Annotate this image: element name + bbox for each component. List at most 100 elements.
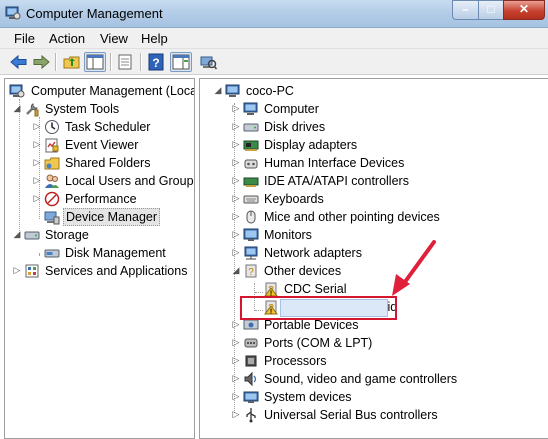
tree-shared-folders[interactable]: ▷ Shared Folders [31,154,191,172]
device-label: Other devices [264,264,342,278]
minimize-icon: – [462,2,469,16]
expand-arrow-icon[interactable]: ▷ [230,372,242,384]
tree-root-label: Computer Management (Local [31,84,195,98]
expand-arrow-icon[interactable]: ▷ [230,120,242,132]
action-pane-icon [172,54,190,70]
device-category-after-4[interactable]: ▷ System devices [230,388,542,406]
expand-arrow-icon[interactable]: ▷ [230,408,242,420]
expand-arrow-icon[interactable]: ▷ [230,228,242,240]
device-manager-toolbar-button[interactable] [197,52,219,72]
collapse-arrow-icon[interactable]: ◢ [230,264,242,276]
collapse-arrow-icon[interactable]: ◢ [11,228,23,240]
tree-device-manager[interactable]: Device Manager [31,208,191,226]
clock-icon [45,120,59,134]
expand-arrow-icon[interactable]: ▷ [230,174,242,186]
maximize-icon: □ [487,2,495,16]
svg-text:?: ? [152,56,159,70]
expand-arrow-icon[interactable]: ▷ [230,138,242,150]
show-action-pane-button[interactable] [170,52,192,72]
menu-file[interactable]: File [14,31,35,46]
tree-label: Device Manager [63,208,161,226]
tree-local-users-groups[interactable]: ▷ Local Users and Groups [31,172,194,190]
device-category-1[interactable]: ▷ Disk drives [230,118,542,136]
storage-icon [24,231,40,240]
expand-arrow-icon[interactable]: ▷ [230,336,242,348]
help-button[interactable]: ? [145,52,167,72]
device-category-after-3[interactable]: ▷ Sound, video and game controllers [230,370,542,388]
expand-arrow-icon[interactable]: ▷ [31,156,43,168]
device-tree-root[interactable]: ◢ coco-PC [212,82,412,100]
device-category-4[interactable]: ▷ IDE ATA/ATAPI controllers [230,172,542,190]
device-category-3[interactable]: ▷ Human Interface Devices [230,154,542,172]
expand-arrow-icon[interactable]: ▷ [230,210,242,222]
tree-storage[interactable]: ◢ Storage [11,226,191,244]
sound-icon [244,371,257,387]
expand-arrow-icon[interactable]: ▷ [31,138,43,150]
device-category-7[interactable]: ▷ Monitors [230,226,542,244]
keyboard-icon [243,195,259,204]
ide-controller-icon [243,177,259,187]
tree-task-scheduler[interactable]: ▷ Task Scheduler [31,118,191,136]
properties-button[interactable] [114,52,136,72]
device-category-6[interactable]: ▷ Mice and other pointing devices [230,208,542,226]
device-category-2[interactable]: ▷ Display adapters [230,136,542,154]
mouse-icon [246,210,256,224]
disk-management-icon [44,249,60,258]
show-hide-tree-button[interactable] [84,52,106,72]
device-label: IDE ATA/ATAPI controllers [264,174,409,188]
device-label: Network adapters [264,246,362,260]
annotation-arrow-icon [392,240,436,296]
menu-action[interactable]: Action [49,31,85,46]
toolbar: ? [0,49,548,75]
console-tree-pane[interactable]: Computer Management (Local ◢ System Tool… [4,78,195,439]
scan-hardware-icon [200,56,218,70]
expand-arrow-icon[interactable]: ▷ [230,246,242,258]
collapse-arrow-icon[interactable]: ◢ [11,102,23,114]
close-button[interactable]: ✕ [503,0,545,20]
tree-disk-management[interactable]: Disk Management [31,244,191,262]
system-device-icon [243,391,259,403]
expand-arrow-icon[interactable]: ▷ [31,120,43,132]
tree-services-applications[interactable]: ▷ Services and Applications [11,262,194,280]
device-category-0[interactable]: ▷ Computer [230,100,542,118]
computer-icon [225,84,240,97]
maximize-button[interactable]: □ [478,0,504,20]
expand-arrow-icon[interactable]: ▷ [230,390,242,402]
expand-arrow-icon[interactable]: ▷ [31,174,43,186]
device-label: CDC Serial [284,282,347,296]
up-folder-button[interactable] [61,52,83,72]
expand-arrow-icon[interactable]: ▷ [230,102,242,114]
expand-arrow-icon[interactable]: ▷ [31,192,43,204]
tools-icon [26,103,39,117]
menu-help[interactable]: Help [141,31,168,46]
menu-bar: File Action View Help [0,28,548,49]
collapse-arrow-icon[interactable]: ◢ [212,84,224,96]
back-button[interactable] [8,52,30,72]
tree-label: Event Viewer [65,138,139,152]
expand-arrow-icon[interactable]: ▷ [230,156,242,168]
back-arrow-icon [10,54,27,70]
minimize-button[interactable]: – [452,0,479,20]
device-label: Computer [264,102,319,116]
menu-view[interactable]: View [100,31,128,46]
device-category-8[interactable]: ▷ Network adapters [230,244,542,262]
tree-performance[interactable]: ▷ Performance [31,190,191,208]
tree-system-tools[interactable]: ◢ System Tools [11,100,191,118]
device-category-after-5[interactable]: ▷ Universal Serial Bus controllers [230,406,542,424]
up-folder-icon [63,56,80,69]
device-manager-icon [44,211,60,225]
tree-label: Task Scheduler [65,120,151,134]
processor-icon [245,355,257,367]
device-category-after-2[interactable]: ▷ Processors [230,352,542,370]
device-category-after-1[interactable]: ▷ Ports (COM & LPT) [230,334,542,352]
tree-root-computer-management[interactable]: Computer Management (Local [7,82,195,100]
forward-button[interactable] [30,52,52,72]
device-category-9[interactable]: ◢? Other devices [230,262,542,280]
device-category-5[interactable]: ▷ Keyboards [230,190,542,208]
device-label: Monitors [264,228,312,242]
device-label: Disk drives [264,120,326,134]
expand-arrow-icon[interactable]: ▷ [11,264,23,276]
expand-arrow-icon[interactable]: ▷ [230,354,242,366]
expand-arrow-icon[interactable]: ▷ [230,192,242,204]
tree-event-viewer[interactable]: ▷ Event Viewer [31,136,191,154]
